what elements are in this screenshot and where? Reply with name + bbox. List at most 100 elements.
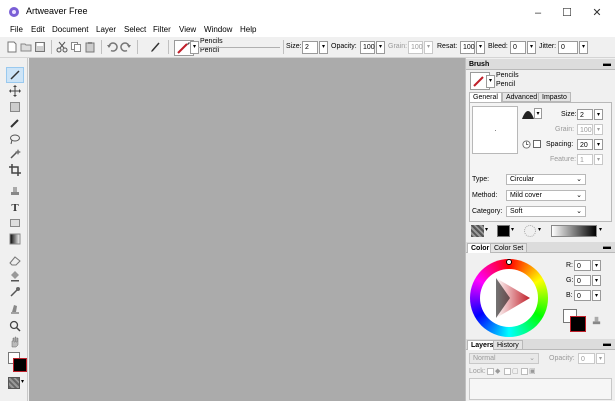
redo-icon[interactable]: [120, 41, 132, 53]
brush-category-select[interactable]: Soft ⌄: [506, 206, 586, 217]
tab-advanced[interactable]: Advanced: [502, 92, 542, 102]
brush-panel-preset-dropdown[interactable]: ▾: [486, 75, 495, 88]
opacity-input[interactable]: 100: [360, 41, 375, 54]
tab-color-set[interactable]: Color Set: [490, 243, 528, 253]
menu-select[interactable]: Select: [124, 25, 146, 34]
cut-icon[interactable]: [56, 41, 68, 53]
red-input[interactable]: 0: [574, 260, 591, 271]
resat-input[interactable]: 100: [460, 41, 475, 54]
lock-all-checkbox: [521, 368, 528, 375]
menu-help[interactable]: Help: [240, 25, 256, 34]
paper-dropdown-icon[interactable]: ▾: [485, 226, 488, 233]
gradient-tool-icon[interactable]: [9, 233, 21, 245]
green-input[interactable]: 0: [574, 275, 591, 286]
pen-tool-icon[interactable]: [9, 117, 21, 129]
foreground-color-swatch[interactable]: [13, 358, 27, 372]
menu-filter[interactable]: Filter: [153, 25, 171, 34]
maximize-button[interactable]: ☐: [552, 4, 582, 22]
minimize-button[interactable]: –: [523, 4, 553, 22]
open-document-icon[interactable]: [20, 41, 32, 53]
brush-spacing-input[interactable]: 20: [577, 139, 593, 150]
brush-panel-category: Pencils: [496, 72, 519, 79]
move-tool-icon[interactable]: [9, 85, 21, 97]
eraser-tool-icon[interactable]: [9, 254, 21, 266]
copy-icon[interactable]: [70, 41, 82, 53]
tab-impasto[interactable]: Impasto: [538, 92, 571, 102]
color-picker-icon[interactable]: [591, 315, 602, 326]
resat-dropdown[interactable]: ▾: [476, 41, 485, 54]
gradient-dropdown-icon[interactable]: ▾: [599, 226, 602, 233]
nozzle-dropdown-icon[interactable]: ▾: [538, 226, 541, 233]
brush-method-select[interactable]: Mild cover ⌄: [506, 190, 586, 201]
layers-list[interactable]: [469, 378, 612, 400]
new-document-icon[interactable]: [6, 41, 18, 53]
fill-bucket-icon[interactable]: [9, 270, 21, 282]
undo-icon[interactable]: [106, 41, 118, 53]
menu-layer[interactable]: Layer: [96, 25, 116, 34]
texture-dropdown-icon[interactable]: ▾: [21, 378, 24, 385]
green-dropdown[interactable]: ▾: [592, 275, 601, 286]
size-input[interactable]: 2: [302, 41, 318, 54]
paper-texture-swatch[interactable]: [471, 225, 484, 237]
close-button[interactable]: ✕: [582, 4, 612, 22]
saturation-triangle[interactable]: [482, 271, 536, 325]
crop-tool-icon[interactable]: [9, 164, 21, 176]
window-title: Artweaver Free: [26, 6, 88, 16]
preset-category-label: Pencils: [200, 38, 223, 45]
gradient-swatch[interactable]: [551, 225, 597, 237]
smudge-tool-icon[interactable]: [9, 302, 21, 314]
bleed-input[interactable]: 0: [510, 41, 526, 54]
text-tool-icon[interactable]: T: [9, 201, 21, 213]
brush-tool-icon[interactable]: [150, 41, 162, 53]
paint-brush-tool-icon[interactable]: [9, 69, 21, 81]
menu-edit[interactable]: Edit: [31, 25, 45, 34]
color-panel-menu-icon[interactable]: ▬: [603, 242, 611, 251]
brush-shape-dropdown[interactable]: ▾: [534, 108, 542, 119]
nozzle-icon[interactable]: [523, 224, 537, 238]
tab-history[interactable]: History: [493, 340, 523, 350]
brush-spacing-dropdown[interactable]: ▾: [594, 139, 603, 150]
hand-tool-icon[interactable]: [9, 336, 21, 348]
color-panel-foreground-swatch[interactable]: [570, 316, 586, 332]
save-icon[interactable]: [34, 41, 46, 53]
brush-stroke-preview: [472, 106, 518, 154]
menu-view[interactable]: View: [179, 25, 196, 34]
blue-dropdown[interactable]: ▾: [592, 290, 601, 301]
magic-wand-icon[interactable]: [9, 148, 21, 160]
opacity-dropdown[interactable]: ▾: [376, 41, 385, 54]
paste-icon[interactable]: [84, 41, 96, 53]
jitter-input[interactable]: 0: [558, 41, 578, 54]
size-dropdown[interactable]: ▾: [319, 41, 328, 54]
brush-size-input[interactable]: 2: [577, 109, 593, 120]
jitter-dropdown[interactable]: ▾: [579, 41, 588, 54]
texture-swatch[interactable]: [8, 377, 20, 389]
brush-size-dropdown[interactable]: ▾: [594, 109, 603, 120]
layers-panel-menu-icon[interactable]: ▬: [603, 339, 611, 348]
stamp-tool-icon[interactable]: [9, 185, 21, 197]
eyedropper-icon[interactable]: [9, 286, 21, 298]
brush-shape-icon[interactable]: [522, 109, 534, 119]
tab-general[interactable]: General: [469, 92, 502, 102]
shape-tool-icon[interactable]: [9, 217, 21, 229]
rectangle-select-icon[interactable]: [9, 101, 21, 113]
canvas-workspace[interactable]: [29, 58, 465, 401]
hue-marker[interactable]: [506, 259, 512, 265]
blue-input[interactable]: 0: [574, 290, 591, 301]
pattern-dropdown-icon[interactable]: ▾: [511, 226, 514, 233]
tool-palette: T ▾: [0, 58, 28, 401]
bleed-label: Bleed:: [488, 43, 508, 50]
red-label: R:: [566, 262, 573, 269]
menu-file[interactable]: File: [10, 25, 23, 34]
pattern-swatch[interactable]: [497, 225, 510, 237]
red-dropdown[interactable]: ▾: [592, 260, 601, 271]
menu-document[interactable]: Document: [52, 25, 88, 34]
zoom-tool-icon[interactable]: [9, 320, 21, 332]
spacing-checkbox[interactable]: [533, 140, 541, 148]
preset-divider: [198, 47, 280, 48]
brush-type-select[interactable]: Circular ⌄: [506, 174, 586, 185]
menu-window[interactable]: Window: [204, 25, 232, 34]
bleed-dropdown[interactable]: ▾: [527, 41, 536, 54]
brush-panel-menu-icon[interactable]: ▬: [603, 59, 611, 68]
lasso-tool-icon[interactable]: [9, 133, 21, 145]
brush-size-label: Size:: [561, 111, 577, 118]
